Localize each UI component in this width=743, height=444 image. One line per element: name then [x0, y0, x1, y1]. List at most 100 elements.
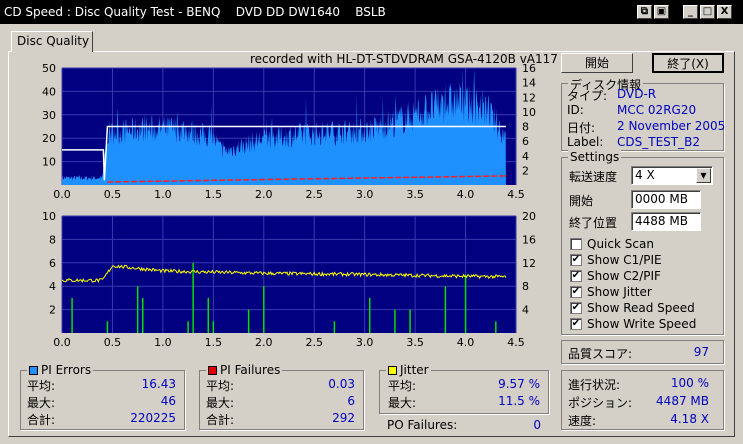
y2-tick-label: 8	[522, 121, 529, 134]
y2-tick-label: 10	[522, 106, 536, 119]
y-tick-label: 20	[42, 132, 56, 145]
tab-disc-quality[interactable]: Disc Quality	[11, 31, 93, 52]
settings-title: Settings	[568, 150, 622, 164]
max-label: 最大:	[206, 396, 235, 410]
save-icon[interactable]: ▣	[654, 5, 669, 19]
disc-type: DVD-R	[617, 87, 657, 101]
x-tick-label: 1.5	[205, 188, 223, 201]
x-tick-label: 4.0	[457, 188, 475, 201]
total-label: 合計:	[206, 413, 235, 427]
progress-label: 進行状況:	[568, 378, 621, 392]
y2-tick-label: 12	[522, 257, 536, 270]
po-failures-label: PO Failures:	[387, 418, 458, 432]
y2-tick-label: 20	[522, 210, 536, 223]
end-label: 終了位置	[569, 216, 618, 230]
y2-tick-label: 12	[522, 91, 536, 104]
speed-value: 4 X	[635, 168, 655, 182]
y2-tick-label: 2	[522, 164, 529, 177]
minimize-icon[interactable]: _	[683, 5, 698, 19]
checkbox-label: Show C1/PIE	[587, 253, 662, 267]
x-tick-label: 3.0	[356, 188, 374, 201]
checkbox-label: Quick Scan	[587, 237, 654, 251]
x-tick-label: 0.5	[104, 336, 122, 349]
pi-failures-total: 292	[332, 411, 355, 425]
x-tick-label: 1.0	[154, 336, 172, 349]
checkbox-label: Show Read Speed	[587, 301, 695, 315]
checkbox-label: Show Write Speed	[587, 317, 697, 331]
max-label: 最大:	[27, 396, 56, 410]
jitter-max: 11.5 %	[498, 394, 540, 408]
checkbox[interactable]: ✔	[570, 318, 582, 330]
y-tick-label: 10	[42, 156, 56, 169]
maximize-icon[interactable]: □	[700, 5, 715, 19]
speed-label: 転送速度	[569, 170, 618, 184]
pi-errors-group: PI Errors 平均: 16.43 最大: 46 合計: 220225	[20, 363, 185, 430]
y2-tick-label: 6	[522, 135, 529, 148]
pi-chart: 0.0 0.5 1.0 1.5 2.0 2.5 3.0 3.5 4.0 4.5 10 20 30 40 50…	[42, 62, 536, 201]
quality-score-label: 品質スコア:	[568, 347, 633, 361]
checkbox[interactable]: ✔	[570, 302, 582, 314]
x-tick-label: 3.0	[356, 336, 374, 349]
checkbox[interactable]: ✔	[570, 270, 582, 282]
y2-tick-label: 8	[522, 280, 529, 293]
checkbox-label: Show Jitter	[587, 285, 652, 299]
y-tick-label: 2	[49, 304, 56, 317]
x-tick-label: 3.5	[406, 336, 424, 349]
y2-tick-label: 4	[522, 150, 529, 163]
label-label: Label:	[567, 135, 604, 149]
pi-failures-group: PI Failures 平均: 0.03 最大: 6 合計: 292	[199, 363, 364, 430]
window-title: CD Speed : Disc Quality Test - BENQ DVD …	[4, 5, 386, 19]
exit-button[interactable]: 終了(X)	[652, 53, 724, 73]
x-tick-label: 2.5	[305, 188, 323, 201]
max-label: 最大:	[388, 396, 417, 410]
y-tick-label: 4	[49, 280, 56, 293]
pi-failures-max: 6	[347, 394, 355, 408]
x-tick-label: 2.0	[255, 188, 273, 201]
pi-errors-total: 220225	[130, 411, 176, 425]
avg-label: 平均:	[27, 379, 56, 393]
jitter-title: Jitter	[400, 363, 429, 377]
y-tick-label: 6	[49, 257, 56, 270]
title-bar: CD Speed : Disc Quality Test - BENQ DVD …	[0, 0, 743, 24]
y-tick-label: 8	[49, 233, 56, 246]
x-tick-label: 1.5	[205, 336, 223, 349]
checkbox[interactable]: ✔	[570, 254, 582, 266]
pi-errors-max: 46	[160, 394, 176, 408]
y2-tick-label: 4	[522, 304, 529, 317]
x-tick-label: 4.5	[507, 336, 525, 349]
x-tick-label: 0.0	[53, 188, 71, 201]
disc-id: MCC 02RG20	[617, 103, 697, 117]
close-icon[interactable]: X	[717, 5, 732, 19]
x-tick-label: 3.5	[406, 188, 424, 201]
pi-errors-swatch	[29, 366, 38, 375]
quality-score-group: 品質スコア: 97	[561, 340, 724, 364]
y2-tick-label: 14	[522, 77, 536, 90]
progress-group: 進行状況: 100 % ポジション: 4487 MB 速度: 4.18 X	[561, 370, 724, 430]
pi-failures-swatch	[208, 366, 217, 375]
speed-readout-label: 速度:	[568, 414, 597, 428]
checkbox[interactable]: ✔	[570, 286, 582, 298]
x-tick-label: 0.0	[53, 336, 71, 349]
x-tick-label: 0.5	[104, 188, 122, 201]
y-tick-label: 50	[42, 62, 56, 75]
y-tick-label: 30	[42, 109, 56, 122]
y2-tick-label: 16	[522, 233, 536, 246]
settings-group: Settings 転送速度 4 X ▼ 開始 0000 MB 終了位置 4488 …	[561, 150, 724, 335]
avg-label: 平均:	[206, 379, 235, 393]
progress-value: 100 %	[670, 376, 709, 390]
speed-select[interactable]: 4 X ▼	[631, 166, 713, 185]
start-input[interactable]: 0000 MB	[631, 190, 701, 209]
jitter-chart: 0.0 0.5 1.0 1.5 2.0 2.5 3.0 3.5 4.0 4.5 2 4 6 8 10 4 8 12…	[42, 210, 536, 349]
quality-score-value: 97	[693, 345, 709, 359]
y-tick-label: 40	[42, 85, 56, 98]
checkbox[interactable]	[570, 238, 582, 250]
chevron-down-icon[interactable]: ▼	[696, 168, 711, 183]
end-input[interactable]: 4488 MB	[631, 212, 701, 231]
disc-label: CDS_TEST_B2	[617, 135, 700, 149]
copy-icon[interactable]: ⧉	[637, 5, 652, 19]
start-button[interactable]: 開始	[561, 53, 633, 73]
pi-errors-avg: 16.43	[141, 377, 176, 391]
jitter-swatch	[388, 366, 397, 375]
x-tick-label: 4.0	[457, 336, 475, 349]
total-label: 合計:	[27, 413, 56, 427]
